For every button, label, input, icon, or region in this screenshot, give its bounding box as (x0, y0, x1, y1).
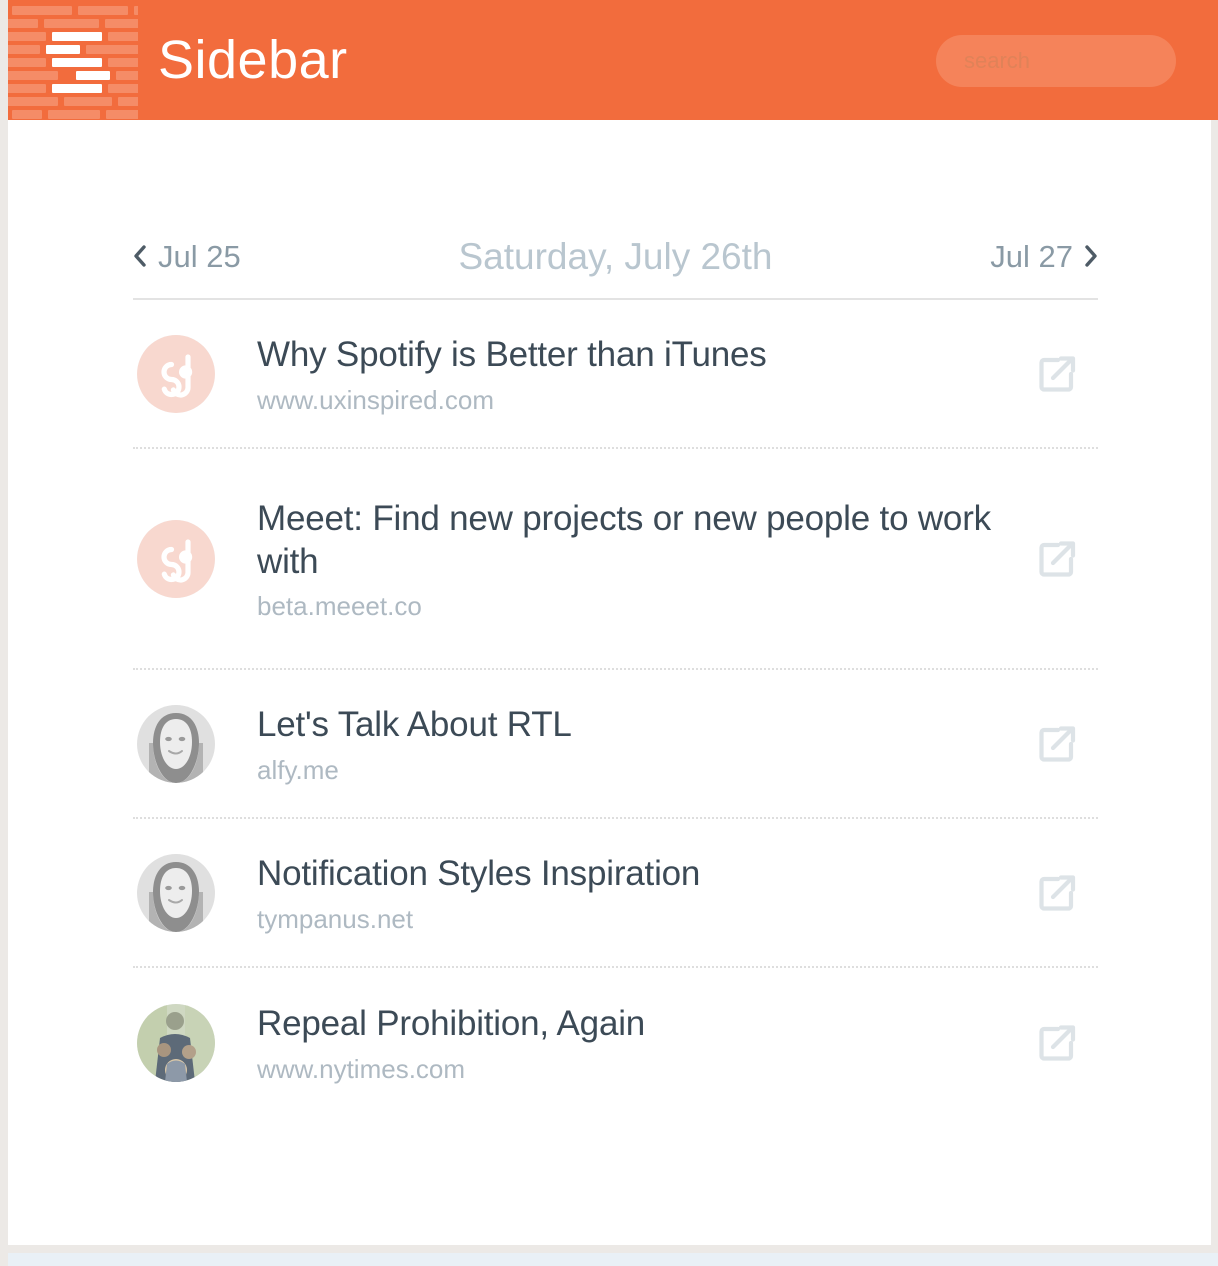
item-title: Let's Talk About RTL (257, 705, 572, 745)
next-day-label: Jul 27 (990, 238, 1073, 274)
family-photo-avatar (137, 1003, 215, 1082)
external-link-icon[interactable] (1034, 721, 1080, 767)
item-text: Let's Talk About RTL alfy.me (215, 704, 1034, 783)
footer-strip (8, 1253, 1218, 1266)
item-url: beta.meeet.co (257, 591, 422, 622)
page-title: Sidebar (158, 30, 348, 90)
item-text: Why Spotify is Better than iTunes www.ux… (215, 334, 1034, 413)
list-item[interactable]: Why Spotify is Better than iTunes www.ux… (133, 300, 1098, 449)
item-title: Meeet: Find new projects or new people t… (257, 498, 991, 581)
prev-day-button[interactable]: Jul 25 (133, 241, 241, 272)
item-title: Notification Styles Inspiration (257, 854, 701, 894)
item-url: alfy.me (257, 754, 339, 785)
person-photo-avatar (137, 853, 215, 932)
sg-monogram-avatar (137, 519, 215, 598)
list-item[interactable]: Let's Talk About RTL alfy.me (133, 670, 1098, 819)
item-text: Notification Styles Inspiration tympanus… (215, 853, 1034, 932)
app-header: Sidebar (8, 0, 1218, 120)
item-title: Repeal Prohibition, Again (257, 1004, 646, 1044)
search-input[interactable] (936, 35, 1176, 87)
item-url: www.uxinspired.com (257, 384, 494, 415)
external-link-icon[interactable] (1034, 870, 1080, 916)
list-item[interactable]: Repeal Prohibition, Again www.nytimes.co… (133, 968, 1098, 1117)
prev-day-label: Jul 25 (158, 238, 241, 274)
chevron-left-icon (133, 245, 146, 267)
external-link-icon[interactable] (1034, 351, 1080, 397)
item-url: www.nytimes.com (257, 1053, 466, 1084)
item-text: Repeal Prohibition, Again www.nytimes.co… (215, 1003, 1034, 1082)
article-list: Why Spotify is Better than iTunes www.ux… (133, 300, 1098, 1117)
brick-hamburger-logo[interactable] (8, 0, 138, 120)
chevron-right-icon (1085, 245, 1098, 267)
current-date-label: Saturday, July 26th (458, 235, 773, 277)
person-photo-avatar (137, 704, 215, 783)
item-url: tympanus.net (257, 903, 414, 934)
list-item[interactable]: Notification Styles Inspiration tympanus… (133, 819, 1098, 968)
date-navigation: Jul 25 Saturday, July 26th Jul 27 (133, 228, 1098, 284)
external-link-icon[interactable] (1034, 536, 1080, 582)
next-day-button[interactable]: Jul 27 (990, 241, 1098, 272)
item-title: Why Spotify is Better than iTunes (257, 335, 767, 375)
page-root: Sidebar Jul 25 Saturday, July 26th Jul 2… (0, 0, 1218, 1266)
content-panel: Jul 25 Saturday, July 26th Jul 27 Why Sp… (8, 120, 1211, 1245)
item-text: Meeet: Find new projects or new people t… (215, 498, 1034, 619)
list-item[interactable]: Meeet: Find new projects or new people t… (133, 449, 1098, 670)
sg-monogram-avatar (137, 334, 215, 413)
external-link-icon[interactable] (1034, 1020, 1080, 1066)
